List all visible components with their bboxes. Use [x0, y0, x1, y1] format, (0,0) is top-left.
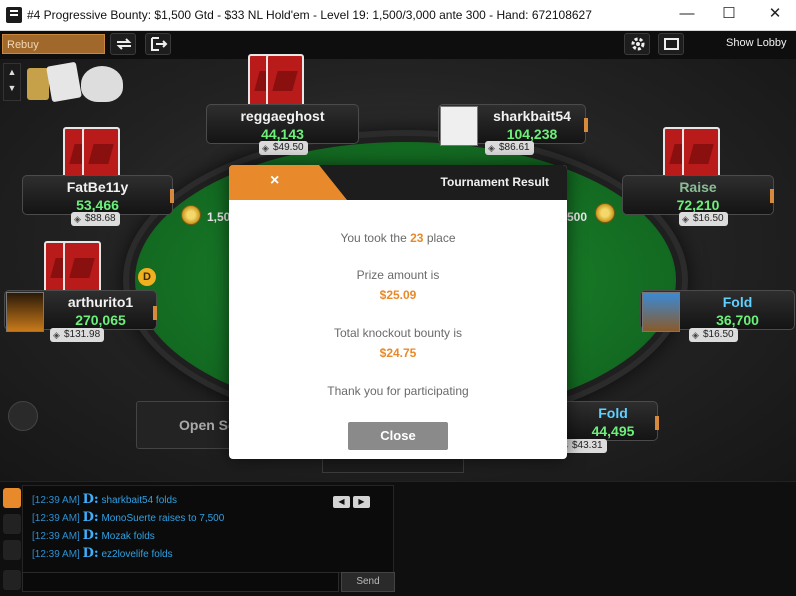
- hole-card-back: [63, 241, 101, 297]
- chat-time: [12:39 AM]: [32, 549, 80, 560]
- window-titlebar: #4 Progressive Bounty: $1,500 Gtd - $33 …: [0, 0, 796, 31]
- settings-button[interactable]: [624, 33, 650, 55]
- dialog-header: × Tournament Result: [229, 165, 567, 200]
- stats-icon[interactable]: [3, 540, 21, 560]
- seat-indicator: [770, 189, 774, 203]
- chat-time: [12:39 AM]: [32, 495, 80, 506]
- placement-suffix: place: [426, 231, 456, 245]
- show-lobby-button[interactable]: Show Lobby: [726, 37, 787, 49]
- rebuy-button[interactable]: Rebuy: [2, 34, 105, 54]
- seat-indicator: [153, 306, 157, 320]
- player-action: Raise: [679, 179, 717, 195]
- close-icon[interactable]: ×: [270, 172, 279, 190]
- dialog-close-tab[interactable]: [229, 165, 347, 200]
- refresh-icon: [116, 38, 132, 50]
- exit-icon: [151, 37, 168, 51]
- thanks-text: Thank you for participating: [327, 384, 469, 398]
- open-seat-button[interactable]: Open Seat: [136, 401, 238, 449]
- chat-message: [12:39 AM] D: sharkbait54 folds: [32, 492, 177, 507]
- windows-icon: [664, 38, 679, 50]
- chat-prev-button[interactable]: ◀: [333, 496, 350, 508]
- chat-log[interactable]: [12:39 AM] D: sharkbait54 folds [12:39 A…: [22, 485, 394, 573]
- bounty-value: $24.75: [379, 346, 417, 360]
- placement-text: You took the 23 place: [229, 231, 567, 245]
- chip-stack-badge-icon: [81, 66, 123, 102]
- gear-icon: [631, 37, 645, 51]
- hole-card-back: [266, 54, 304, 110]
- close-window-button[interactable]: ✕: [760, 4, 790, 26]
- maximize-button[interactable]: ☐: [714, 4, 744, 26]
- player-avatar: [642, 292, 680, 332]
- prize-value: $25.09: [379, 288, 417, 302]
- bounty-badge: $88.68: [71, 212, 120, 226]
- player-avatar: [440, 106, 478, 146]
- seat-fatbe11y[interactable]: FatBe11y 53,466: [22, 175, 173, 215]
- refresh-button[interactable]: [110, 33, 136, 55]
- chat-icon[interactable]: [3, 488, 21, 508]
- chat-next-button[interactable]: ▶: [353, 496, 370, 508]
- seat-raise[interactable]: Raise 72,210: [622, 175, 774, 215]
- chat-text: Mozak folds: [101, 531, 155, 542]
- chat-time: [12:39 AM]: [32, 513, 80, 524]
- send-button[interactable]: Send: [341, 572, 395, 592]
- player-stack: 53,466: [76, 197, 119, 213]
- seat-indicator: [170, 189, 174, 203]
- window-title: #4 Progressive Bounty: $1,500 Gtd - $33 …: [27, 8, 592, 22]
- player-stack: 44,143: [261, 126, 304, 142]
- bounty-label: Total knockout bounty is: [333, 326, 463, 340]
- sidebar-collapse-toggle[interactable]: ▲ ▼: [3, 63, 21, 101]
- seat-reggaeghost[interactable]: reggaeghost 44,143: [206, 104, 359, 144]
- gift-icon[interactable]: [8, 401, 38, 431]
- dealer-tag: D:: [82, 546, 99, 561]
- dialog-title: Tournament Result: [440, 175, 549, 189]
- player-avatar: [6, 292, 44, 332]
- placement-value: 23: [410, 231, 424, 245]
- placement-prefix: You took the: [340, 231, 407, 245]
- info-icon[interactable]: [3, 514, 21, 534]
- minimize-button[interactable]: —: [672, 4, 702, 26]
- leave-table-button[interactable]: [145, 33, 171, 55]
- dealer-tag: D:: [82, 492, 99, 507]
- chat-text: sharkbait54 folds: [101, 495, 178, 506]
- card-badge-icon: [46, 61, 82, 103]
- player-stack: 72,210: [676, 197, 720, 213]
- chat-message: [12:39 AM] D: Mozak folds: [32, 528, 155, 543]
- prize-label: Prize amount is: [356, 268, 440, 282]
- tournament-result-dialog: × Tournament Result You took the 23 plac…: [229, 165, 567, 459]
- seat-indicator: [655, 416, 659, 430]
- chat-time: [12:39 AM]: [32, 531, 80, 542]
- dealer-button: D: [138, 268, 156, 286]
- bounty-badge: $16.50: [689, 328, 738, 342]
- bounty-badge: $86.61: [485, 141, 534, 155]
- note-icon[interactable]: [3, 570, 21, 590]
- bet-chip-icon: [595, 203, 615, 223]
- chat-sidebar: [1, 486, 21, 594]
- bounty-badge: $49.50: [259, 141, 308, 155]
- level-badge-icon: [27, 68, 49, 100]
- bounty-badge: $16.50: [679, 212, 728, 226]
- player-name: reggaeghost: [240, 108, 325, 124]
- table-layout-button[interactable]: [658, 33, 684, 55]
- player-name: FatBe11y: [66, 179, 129, 195]
- app-logo-icon: [6, 7, 22, 23]
- bet-amount-right: 500: [567, 210, 588, 224]
- bet-amount-left: 1,50: [207, 210, 231, 224]
- seat-indicator: [584, 118, 588, 132]
- achievement-badges: [27, 61, 127, 106]
- bounty-badge: $131.98: [50, 328, 105, 342]
- chat-text: MonoSuerte raises to 7,500: [101, 513, 225, 524]
- close-button[interactable]: Close: [348, 422, 448, 450]
- chat-input[interactable]: [22, 572, 339, 592]
- dealer-tag: D:: [82, 510, 99, 525]
- chat-message: [12:39 AM] D: MonoSuerte raises to 7,500: [32, 510, 224, 525]
- bet-chip-icon: [181, 205, 201, 225]
- chat-message: [12:39 AM] D: ez2lovelife folds: [32, 546, 173, 561]
- chat-text: ez2lovelife folds: [101, 549, 173, 560]
- dealer-tag: D:: [82, 528, 99, 543]
